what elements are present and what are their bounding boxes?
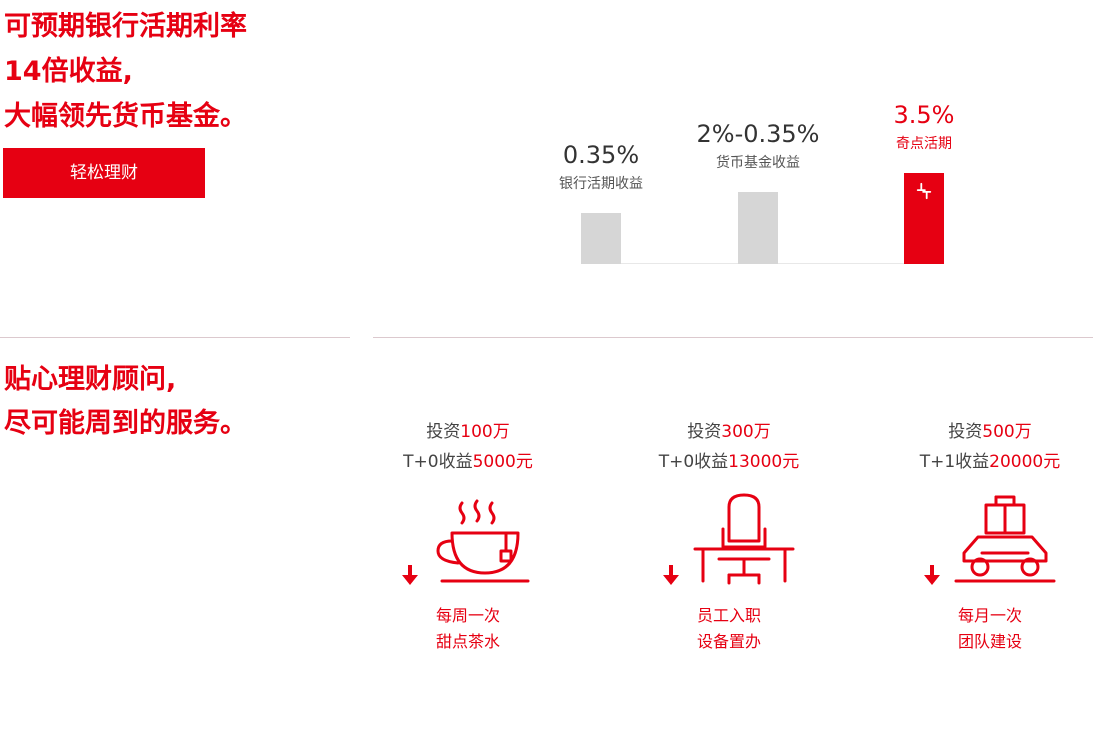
chart-bar-2	[738, 192, 778, 264]
chart-value-label-2: 2%-0.35%	[696, 120, 820, 148]
return-amount: 20000元	[989, 452, 1061, 472]
return-amount: 13000元	[728, 452, 800, 472]
invest-line: 投资100万	[358, 417, 578, 447]
arrow-down-icon	[924, 565, 941, 585]
arrow-down-icon	[663, 565, 680, 585]
return-prefix: T+0收益	[658, 452, 729, 472]
car-luggage-icon	[954, 495, 1056, 583]
return-prefix: T+1收益	[919, 452, 990, 472]
section-divider-left	[0, 337, 350, 338]
return-amount: 5000元	[472, 452, 533, 472]
invest-prefix: 投资	[687, 422, 722, 442]
return-line: T+0收益13000元	[619, 447, 839, 477]
brand-logo-icon	[916, 182, 932, 200]
invest-amount: 500万	[982, 422, 1032, 442]
return-prefix: T+0收益	[403, 452, 473, 472]
caption-line-2: 团队建设	[957, 632, 1022, 651]
invest-amount: 100万	[460, 422, 510, 442]
caption-line-1: 每周一次	[435, 606, 500, 625]
teacup-icon	[436, 499, 530, 583]
service-title: 贴心理财顾问, 尽可能周到的服务。	[4, 358, 247, 446]
service-title-line-2: 尽可能周到的服务。	[4, 408, 247, 439]
service-title-line-1: 贴心理财顾问,	[4, 364, 177, 395]
chart-category-label-1: 银行活期收益	[559, 176, 643, 192]
section-divider-right	[373, 337, 1093, 338]
chart-category-label-2: 货币基金收益	[716, 155, 800, 171]
benefit-card-1: 投资100万 T+0收益5000元 每周一次 甜点茶水	[358, 417, 578, 655]
caption-line-2: 设备置办	[696, 632, 761, 651]
caption-line-1: 员工入职	[696, 606, 761, 625]
return-line: T+1收益20000元	[880, 447, 1100, 477]
office-chair-desk-icon	[693, 493, 795, 585]
chart-bar-1	[581, 213, 621, 264]
invest-prefix: 投资	[426, 422, 461, 442]
chart-category-label-3: 奇点活期	[896, 136, 952, 152]
rate-comparison-chart: 银行活期收益 0.35% 货币基金收益 2%-0.35% 奇点活期 3.5%	[0, 0, 1100, 300]
caption-line-2: 甜点茶水	[435, 632, 500, 651]
arrow-down-icon	[402, 565, 419, 585]
caption-line-1: 每月一次	[957, 606, 1022, 625]
return-line: T+0收益5000元	[358, 447, 578, 477]
chart-value-label-3: 3.5%	[893, 101, 955, 129]
benefit-card-2: 投资300万 T+0收益13000元 员工入职 设备置办	[619, 417, 839, 655]
invest-prefix: 投资	[948, 422, 983, 442]
invest-amount: 300万	[721, 422, 771, 442]
invest-line: 投资300万	[619, 417, 839, 447]
chart-value-label-1: 0.35%	[562, 141, 640, 169]
benefit-card-3: 投资500万 T+1收益20000元 每月一次 团队建设	[880, 417, 1100, 655]
invest-line: 投资500万	[880, 417, 1100, 447]
